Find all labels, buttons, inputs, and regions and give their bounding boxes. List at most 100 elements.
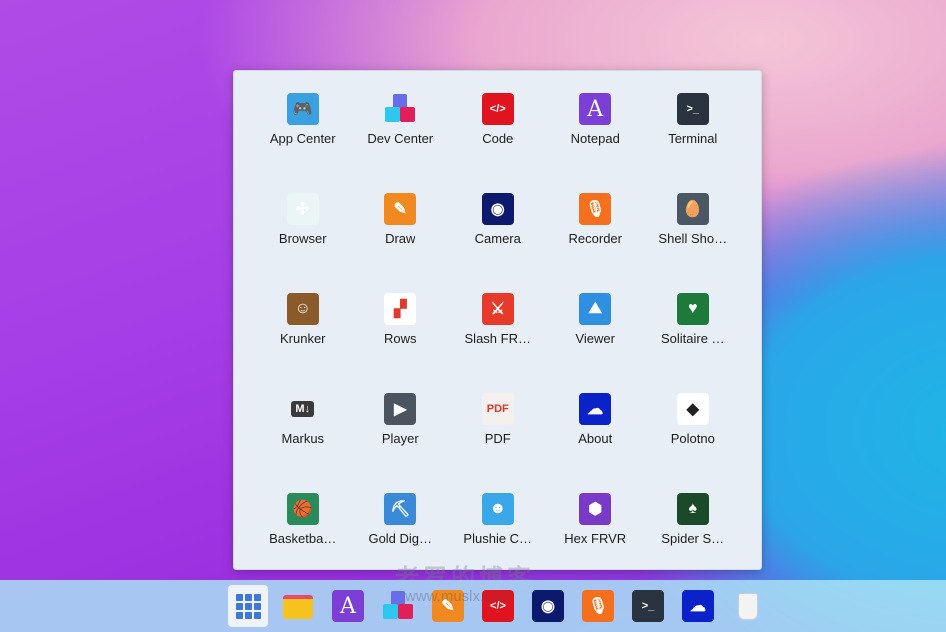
app-label: Solitaire … bbox=[660, 331, 725, 346]
app-rows[interactable]: ▞ Rows bbox=[352, 293, 450, 393]
app-label: Dev Center bbox=[367, 131, 434, 146]
app-shell-shockers[interactable]: 🥚 Shell Sho… bbox=[644, 193, 742, 293]
taskbar-recorder[interactable]: 🎙 bbox=[582, 590, 614, 622]
grid-icon bbox=[235, 593, 261, 619]
icon-glyph: ⬢ bbox=[588, 501, 603, 518]
code-icon: </> bbox=[481, 93, 514, 125]
app-draw[interactable]: ✎ Draw bbox=[352, 193, 450, 293]
terminal-icon: >_ bbox=[676, 93, 709, 125]
app-center-icon: 🎮 bbox=[286, 93, 319, 125]
app-label: Basketba… bbox=[269, 531, 337, 546]
icon-glyph: ◉ bbox=[490, 201, 505, 218]
app-polotno[interactable]: ◆ Polotno bbox=[644, 393, 742, 493]
app-solitaire[interactable]: ♥ Solitaire … bbox=[644, 293, 742, 393]
taskbar-terminal[interactable]: >_ bbox=[632, 590, 664, 622]
taskbar-files[interactable] bbox=[282, 590, 314, 622]
icon-glyph: </> bbox=[489, 103, 506, 115]
app-about[interactable]: ☁ About bbox=[547, 393, 645, 493]
app-markus[interactable]: M↓ Markus bbox=[254, 393, 352, 493]
app-label: Viewer bbox=[575, 331, 615, 346]
icon-glyph: ♠ bbox=[688, 500, 698, 517]
taskbar-camera[interactable]: ◉ bbox=[532, 590, 564, 622]
app-spider-solitaire[interactable]: ♠ Spider S… bbox=[644, 493, 742, 593]
icon-glyph: ☁ bbox=[690, 598, 706, 615]
app-launcher-button[interactable] bbox=[228, 585, 268, 627]
app-label: Plushie C… bbox=[463, 531, 533, 546]
draw-icon: ✎ bbox=[384, 193, 417, 225]
camera-icon: ◉ bbox=[481, 193, 514, 225]
gold-digger-icon: ⛏ bbox=[384, 493, 417, 525]
app-label: About bbox=[578, 431, 613, 446]
solitaire-icon: ♥ bbox=[676, 293, 709, 325]
icon-glyph: >_ bbox=[686, 103, 700, 115]
plushie-icon: ☻ bbox=[481, 493, 514, 525]
app-label: Recorder bbox=[568, 231, 622, 246]
about-icon: ☁ bbox=[682, 590, 714, 622]
app-recorder[interactable]: 🎙 Recorder bbox=[547, 193, 645, 293]
taskbar-about[interactable]: ☁ bbox=[682, 590, 714, 622]
player-icon: ▶ bbox=[384, 393, 417, 425]
app-label: Polotno bbox=[670, 431, 715, 446]
about-icon: ☁ bbox=[579, 393, 612, 425]
app-dev-center[interactable]: Dev Center bbox=[352, 93, 450, 193]
app-app-center[interactable]: 🎮 App Center bbox=[254, 93, 352, 193]
icon-glyph: ☻ bbox=[489, 500, 507, 517]
app-label: Krunker bbox=[279, 331, 326, 346]
icon-glyph: PDF bbox=[486, 403, 509, 415]
viewer-icon: ⛰ bbox=[579, 293, 612, 325]
icon-glyph: ▞ bbox=[394, 301, 407, 318]
watermark-url: www.muslx.com bbox=[405, 588, 513, 605]
icon-glyph: ◉ bbox=[541, 598, 555, 615]
app-terminal[interactable]: >_ Terminal bbox=[644, 93, 742, 193]
icon-glyph: ♥ bbox=[688, 300, 698, 317]
app-label: Player bbox=[381, 431, 419, 446]
app-label: App Center bbox=[269, 131, 336, 146]
folder-icon bbox=[282, 590, 314, 622]
app-label: Rows bbox=[383, 331, 417, 346]
app-browser[interactable]: ✣ Browser bbox=[254, 193, 352, 293]
taskbar-trash[interactable] bbox=[732, 590, 764, 622]
app-grid: 🎮 App Center Dev Center </> Code A Notepad >_ Te… bbox=[254, 93, 742, 593]
app-camera[interactable]: ◉ Camera bbox=[449, 193, 547, 293]
icon-glyph: A bbox=[340, 593, 356, 619]
notepad-icon: A bbox=[332, 590, 364, 622]
app-pdf[interactable]: PDF PDF bbox=[449, 393, 547, 493]
krunker-icon: ☺ bbox=[286, 293, 319, 325]
icon-glyph: ⛰ bbox=[588, 300, 602, 317]
icon-glyph: 🏀 bbox=[292, 501, 313, 518]
app-hex-frvr[interactable]: ⬢ Hex FRVR bbox=[547, 493, 645, 593]
terminal-icon: >_ bbox=[632, 590, 664, 622]
icon-glyph: 🎙 bbox=[587, 598, 609, 615]
taskbar-notepad[interactable]: A bbox=[332, 590, 364, 622]
app-basketball[interactable]: 🏀 Basketba… bbox=[254, 493, 352, 593]
app-label: PDF bbox=[484, 431, 511, 446]
icon-glyph: A bbox=[587, 96, 604, 122]
app-label: Draw bbox=[385, 231, 416, 246]
icon-glyph: ✣ bbox=[296, 201, 310, 218]
app-label: Code bbox=[482, 131, 514, 146]
app-slash-frvr[interactable]: ⚔ Slash FR… bbox=[449, 293, 547, 393]
icon-glyph: 🎮 bbox=[292, 101, 313, 118]
app-label: Browser bbox=[278, 231, 327, 246]
icon-glyph: ◆ bbox=[686, 401, 699, 418]
app-label: Slash FR… bbox=[464, 331, 531, 346]
app-notepad[interactable]: A Notepad bbox=[547, 93, 645, 193]
app-code[interactable]: </> Code bbox=[449, 93, 547, 193]
icon-glyph: >_ bbox=[641, 600, 655, 612]
app-label: Camera bbox=[474, 231, 521, 246]
notepad-icon: A bbox=[579, 93, 612, 125]
icon-glyph: ☁ bbox=[587, 401, 604, 418]
app-krunker[interactable]: ☺ Krunker bbox=[254, 293, 352, 393]
camera-icon: ◉ bbox=[532, 590, 564, 622]
app-player[interactable]: ▶ Player bbox=[352, 393, 450, 493]
recorder-icon: 🎙 bbox=[579, 193, 612, 225]
slash-frvr-icon: ⚔ bbox=[481, 293, 514, 325]
app-viewer[interactable]: ⛰ Viewer bbox=[547, 293, 645, 393]
hex-frvr-icon: ⬢ bbox=[579, 493, 612, 525]
polotno-icon: ◆ bbox=[676, 393, 709, 425]
app-label: Hex FRVR bbox=[564, 531, 627, 546]
app-launcher-panel: 🎮 App Center Dev Center </> Code A Notepad >_ Te… bbox=[233, 70, 762, 570]
icon-glyph: 🥚 bbox=[682, 201, 703, 218]
markus-icon: M↓ bbox=[287, 393, 319, 425]
browser-icon: ✣ bbox=[286, 193, 319, 225]
